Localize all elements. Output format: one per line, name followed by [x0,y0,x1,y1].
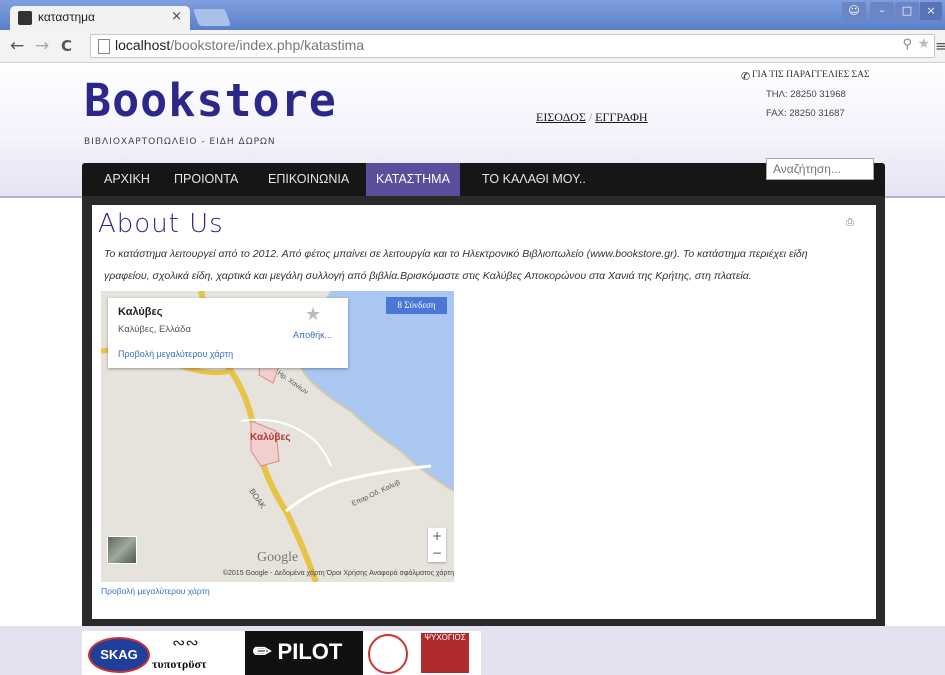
nav-item-products[interactable]: ΠΡΟΙΟΝΤΑ [164,163,248,196]
google-logo: Google [257,550,299,565]
psychogios-logo-text: ΨΥΧΟΓΙΟΣ [421,633,469,673]
tab-close-icon[interactable]: × [171,9,182,24]
main-nav: ΑΡΧΙΚΗ ΠΡΟΙΟΝΤΑ ΕΠΙΚΟΙΝΩΝΙΑ ΚΑΤΑΣΤΗΜΑ ΤΟ… [82,163,885,196]
map-larger-link[interactable]: Προβολή μεγαλύτερου χάρτη [118,349,233,359]
psychogios-logo[interactable]: ΨΥΧΟΓΙΟΣ [416,631,476,675]
nav-item-home[interactable]: ΑΡΧΙΚΗ [94,163,160,196]
typotrast-logo-text: τυποτρϋστ [152,657,207,671]
register-link[interactable]: ΕΓΓΡΑΦΗ [595,110,647,124]
close-window-icon[interactable]: × [920,2,942,20]
contact-fax: FAX: 28250 31687 [766,108,845,119]
save-star-icon[interactable]: ★ [305,304,321,325]
partner-logos: SKAG ∾∾ τυποτρϋστ ✏ PILOT ΨΥΧΟΓΙΟΣ [82,631,481,675]
browser-toolbar: ← → C localhost/bookstore/index.php/kata… [0,30,945,63]
nav-item-store[interactable]: ΚΑΤΑΣΤΗΜΑ [366,163,460,196]
print-icon[interactable]: ⎙ [846,217,856,228]
article-line-2: γραφείου, σχολικά είδη, χαρτικά και μεγά… [104,270,752,282]
browser-tab-bar: καταστημα × ☺ – □ × [0,0,945,30]
page-icon [98,39,110,54]
nav-item-cart[interactable]: ΤΟ ΚΑΛΑΘΙ ΜΟΥ.. [472,163,596,196]
map-larger-link-below[interactable]: Προβολή μεγαλύτερου χάρτη [101,586,210,596]
minimize-icon[interactable]: – [870,2,894,20]
address-bar[interactable]: localhost/bookstore/index.php/katastima … [90,34,935,58]
round-brand-logo[interactable] [366,631,408,675]
login-link[interactable]: ΕΙΣΟΔΟΣ [536,110,586,124]
map-town-label: Καλύβες [250,432,290,443]
new-tab-button[interactable] [192,9,232,26]
phone-icon: ✆ [741,70,751,83]
tab-title: καταστημα [38,10,95,24]
auth-separator: / [588,110,593,124]
site-logo[interactable]: Bookstore [84,74,337,127]
zoom-in-button[interactable]: + [428,528,446,545]
browser-tab[interactable]: καταστημα × [10,6,190,30]
page-title: About Us [98,209,224,239]
typotrast-logo[interactable]: ∾∾ τυποτρϋστ [152,631,244,675]
contact-phone: ΤΗΛ: 28250 31968 [766,89,846,100]
auth-links: ΕΙΣΟΔΟΣ / ΕΓΓΡΑΦΗ [536,110,648,125]
satellite-toggle[interactable] [107,536,137,564]
search-input[interactable] [766,158,874,180]
map-road-label-1: ΒΟΑΚ [247,487,267,511]
reload-icon[interactable]: C [61,37,72,55]
user-icon[interactable]: ☺ [842,2,866,20]
bookmark-star-icon[interactable]: ★ [917,36,930,52]
skag-logo-text: SKAG [88,637,150,673]
maximize-icon[interactable]: □ [895,2,919,20]
map-place-name: Καλύβες [118,306,163,318]
map-save-link[interactable]: Αποθήκ... [293,330,332,340]
url-text: localhost/bookstore/index.php/katastima [115,37,365,53]
typotrast-swirl-icon: ∾∾ [172,633,199,652]
forward-icon[interactable]: → [35,36,49,56]
pilot-logo-text: ✏ PILOT [253,639,343,664]
pilot-logo[interactable]: ✏ PILOT [245,631,363,675]
zoom-out-button[interactable]: − [428,545,446,562]
round-brand-icon [368,634,408,674]
nav-item-contact[interactable]: ΕΠΙΚΟΙΝΩΝΙΑ [258,163,359,196]
back-icon[interactable]: ← [10,36,24,56]
town-area [250,420,280,467]
map-road-label-2: Επαρ.Οδ. Καλυβ [351,479,401,507]
skag-logo[interactable]: SKAG [86,631,150,675]
map-signin-button[interactable]: 8 Σύνδεση [386,297,447,314]
map-footer[interactable]: ©2015 Google - Δεδομένα χάρτη Όροι Χρήση… [101,570,454,582]
favicon-icon [18,11,32,25]
map-place-address: Καλύβες, Ελλάδα [118,324,191,335]
site-tagline: ΒΙΒΛΙΟΧΑΡΤΟΠΩΛΕΙΟ - ΕΙΔΗ ΔΩΡΩΝ [84,137,276,147]
map-info-card: Καλύβες Καλύβες, Ελλάδα Προβολή μεγαλύτε… [108,298,348,368]
menu-icon[interactable]: ≡ [935,37,945,55]
contact-title: ΓΙΑ ΤΙΣ ΠΑΡΑΓΓΕΛΙΕΣ ΣΑΣ [752,70,870,80]
zoom-icon[interactable]: ⚲ [902,37,912,52]
map-zoom-control: + − [428,528,446,562]
article-line-1: Το κατάστημα λειτουργεί από το 2012. Από… [104,248,808,260]
article-text: Το κατάστημα λειτουργεί από το 2012. Από… [104,243,874,287]
